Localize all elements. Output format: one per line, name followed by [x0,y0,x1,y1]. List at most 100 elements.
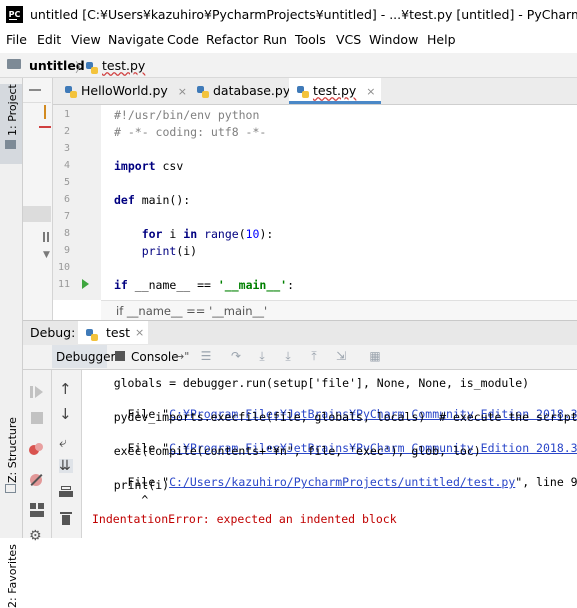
project-tab-label[interactable]: 1: Project [6,84,19,136]
tab-label: test.py [312,83,357,98]
line-number: 11 [57,279,70,290]
line-number: 9 [63,245,70,256]
menu-refactor[interactable]: Refactor [206,32,258,47]
python-file-icon [86,61,98,74]
close-icon[interactable]: × [366,85,375,98]
code-line: # -*- coding: utf8 -*- [114,125,267,139]
console-text: ", line 9 [515,475,577,489]
menu-lines-icon[interactable]: ☰ [199,350,213,362]
console-file-link[interactable]: C:/Users/kazuhiro/PycharmProjects/untitl… [169,475,515,489]
debug-label: Debug: [30,325,76,340]
line-number: 8 [63,228,70,239]
code-line: for i in range(10): [141,227,274,241]
tab-label: database.py [212,83,291,98]
tab-database[interactable]: database.py × [189,78,309,104]
menu-run[interactable]: Run [263,32,287,47]
favorites-tab-label[interactable]: 2: Favorites [6,544,19,608]
menu-navigate[interactable]: Navigate [108,32,164,47]
down-arrow-icon[interactable]: ↓ [59,407,73,422]
console-output[interactable]: globals = debugger.run(setup['file'], No… [82,370,577,538]
step-over-icon[interactable]: ↷ [229,350,243,362]
print-icon[interactable] [59,486,73,500]
menu-window[interactable]: Window [369,32,418,47]
editor-tab-bar: HelloWorld.py × database.py × test.py × [53,78,577,105]
code-editor[interactable]: #!/usr/bin/env python # -*- coding: utf8… [101,105,577,300]
resume-icon[interactable] [30,385,44,399]
tab-console-label: Console [131,350,179,364]
step-into-my-code-icon[interactable]: ⤓ [281,350,295,362]
left-tool-strip: 1: Project Z: Structure 2: Favorites [0,78,23,608]
run-to-cursor-icon[interactable]: ⇲ [334,350,348,362]
line-number: 7 [63,211,70,222]
breadcrumb-scope[interactable]: if __name__ == '__main__' [116,304,267,318]
line-number: 3 [63,143,70,154]
breadcrumb-file[interactable]: test.py [102,58,145,73]
code-line: import csv [114,159,184,173]
debug-toolbar: Debugger Console →" ☰ ↷ ⤓ ⤓ ⤒ ⇲ ▦ [23,345,577,370]
stop-icon[interactable] [31,412,43,424]
up-arrow-icon[interactable]: ↑ [59,382,73,397]
folder-icon [7,59,21,69]
trash-icon[interactable] [60,512,74,526]
chevron-down-icon[interactable]: ▼ [43,250,50,260]
console-arrow-icon: →" [175,350,190,363]
collapse-icon[interactable] [29,89,41,91]
python-file-icon [86,328,98,341]
line-number: 2 [63,126,70,137]
console-line: pydev_imports.execfile(file, globals, lo… [86,410,577,424]
tab-debugger[interactable]: Debugger [52,345,115,368]
close-icon[interactable]: × [135,326,144,339]
menu-view[interactable]: View [71,32,101,47]
tab-debugger-label: Debugger [56,350,116,364]
tab-test[interactable]: test.py × [289,78,381,104]
step-out-icon[interactable]: ⤒ [307,350,321,362]
console-action-column: ↑ ↓ ⤶ ⇊ [52,370,82,538]
view-breakpoints-icon[interactable] [29,443,43,457]
gear-icon[interactable]: ⚙ [29,529,43,543]
menu-edit[interactable]: Edit [37,32,61,47]
error-marker [39,126,51,128]
mute-breakpoints-icon[interactable] [30,473,44,487]
menu-tools[interactable]: Tools [295,32,326,47]
menu-help[interactable]: Help [427,32,456,47]
structure-icon [5,484,16,493]
line-number: 4 [63,160,70,171]
pause-icon [47,232,49,242]
console-icon [115,351,125,361]
menu-vcs[interactable]: VCS [336,32,361,47]
python-file-icon [197,85,209,98]
code-line: print(i) [141,244,198,258]
title-bar: PC untitled [C:¥Users¥kazuhiro¥PycharmPr… [0,0,577,29]
caret-marker [44,105,46,119]
editor-gutter: 1 2 3 4 5 6 7 8 9 10 11 [53,105,101,300]
editor-breadcrumb[interactable]: if __name__ == '__main__' [101,300,577,321]
scroll-end-icon[interactable]: ⇊ [59,459,73,473]
run-config-tab[interactable]: test × [78,321,148,344]
step-into-icon[interactable]: ⤓ [255,350,269,362]
evaluate-icon[interactable]: ▦ [368,350,382,362]
line-number: 1 [63,109,70,120]
structure-tab-label[interactable]: Z: Structure [6,417,19,483]
line-number: 10 [57,262,70,273]
layout-icon[interactable] [30,503,44,517]
menu-file[interactable]: File [6,32,27,47]
tab-helloworld[interactable]: HelloWorld.py × [57,78,195,104]
code-line: #!/usr/bin/env python [114,108,260,122]
console-line: exec(compile(contents+"¥n", file, 'exec'… [86,444,481,458]
python-file-icon [297,85,309,98]
navigation-bar: untitled 〉 test.py [0,53,577,78]
tab-console[interactable]: Console →" [109,345,189,368]
debug-header: Debug: test × [23,320,577,346]
menu-code[interactable]: Code [167,32,199,47]
panel-header [23,84,51,103]
menu-bar: File Edit View Navigate Code Refactor Ru… [0,29,577,50]
code-line: def main(): [114,193,191,207]
console-line: globals = debugger.run(setup['file'], No… [86,376,530,390]
soft-wrap-icon[interactable]: ⤶ [59,436,73,450]
panel-divider [23,206,51,222]
code-line: if __name__ == '__main__': [114,278,295,292]
console-line: print(i) [86,478,170,492]
folder-icon [5,140,16,149]
run-arrow-icon[interactable] [82,279,89,289]
close-icon[interactable]: × [178,85,187,98]
